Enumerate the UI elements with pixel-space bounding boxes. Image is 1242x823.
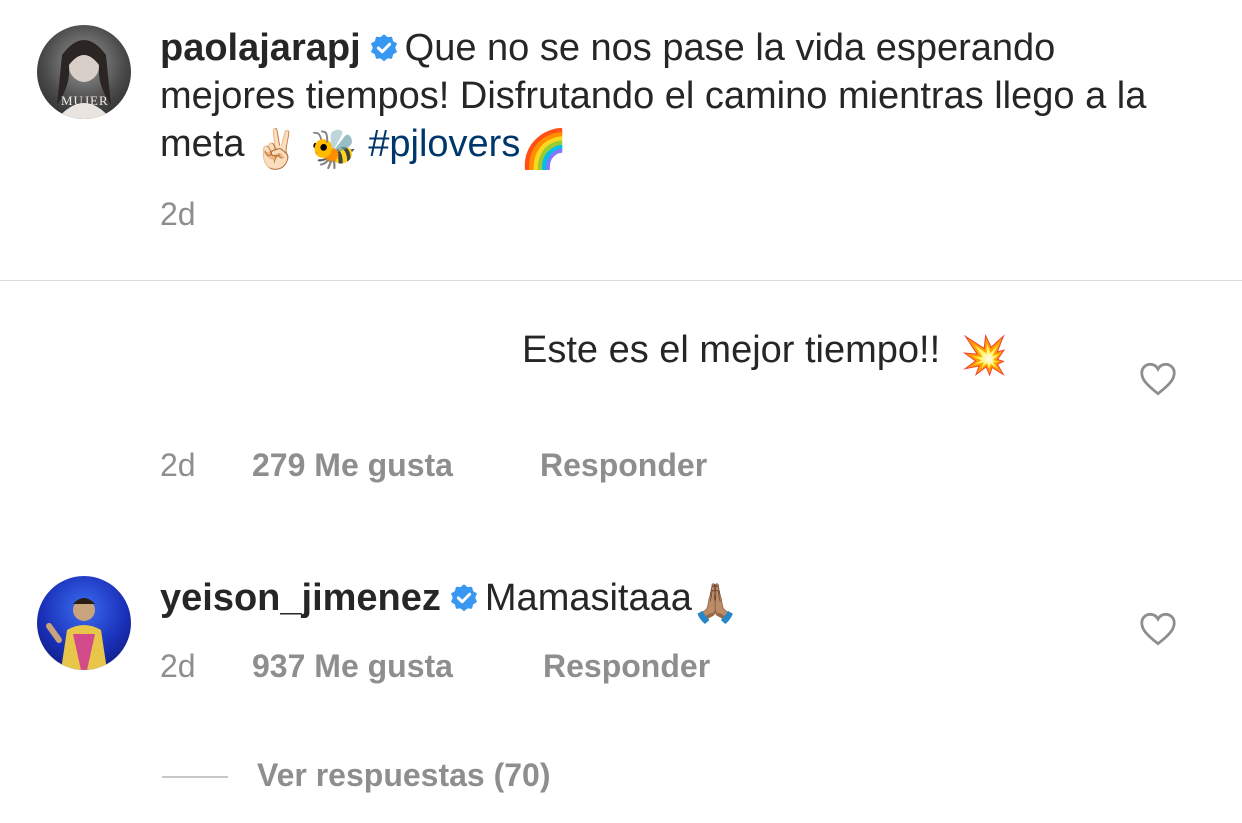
comment-2-likes[interactable]: 937 Me gusta — [252, 648, 453, 685]
avatar-performer-graphic — [46, 598, 107, 670]
comment-2-reply-button[interactable]: Responder — [543, 648, 710, 685]
divider — [0, 280, 1242, 281]
comment-2-timestamp: 2d — [160, 648, 196, 684]
comment-1-reply-button[interactable]: Responder — [540, 447, 707, 484]
verified-badge-icon — [450, 584, 477, 612]
comment-1-timestamp: 2d — [160, 447, 196, 483]
rainbow-emoji-icon: 🌈 — [520, 129, 568, 171]
folded-hands-emoji-icon: 🙏🏽 — [691, 583, 740, 625]
caption-timestamp: 2d — [160, 196, 196, 232]
avatar-yeison-jimenez[interactable] — [37, 576, 131, 670]
collision-emoji-icon: 💥 — [960, 335, 1009, 377]
comment-1-likes[interactable]: 279 Me gusta — [252, 447, 453, 484]
comment-1-like-heart-icon[interactable] — [1139, 362, 1177, 396]
comment-2-like-heart-icon[interactable] — [1139, 612, 1177, 646]
view-replies-line — [162, 776, 228, 778]
hashtag-link[interactable]: #pjlovers — [368, 123, 520, 165]
avatar-watermark-text: MUJER — [61, 93, 109, 108]
comment-2-body: Mamasitaaa — [484, 577, 692, 619]
avatar-paolajarapj[interactable]: MUJER — [37, 25, 131, 119]
comment-1-text: Este es el mejor tiempo!! 💥 — [522, 326, 1008, 380]
caption-body: paolajarapj Que no se nos pase la vida es… — [160, 24, 1200, 174]
caption-username[interactable]: paolajarapj — [160, 27, 361, 69]
comment-1-body: Este es el mejor tiempo!! — [522, 329, 941, 371]
comment-2-username[interactable]: yeison_jimenez — [160, 577, 441, 619]
bee-emoji-icon: 🐝 — [310, 129, 358, 171]
victory-hand-emoji-icon: ✌🏻 — [252, 129, 300, 171]
verified-badge-icon — [370, 34, 397, 62]
view-replies-button[interactable]: Ver respuestas (70) — [257, 757, 551, 794]
comment-2-line: yeison_jimenez Mamasitaaa🙏🏽 — [160, 574, 739, 628]
